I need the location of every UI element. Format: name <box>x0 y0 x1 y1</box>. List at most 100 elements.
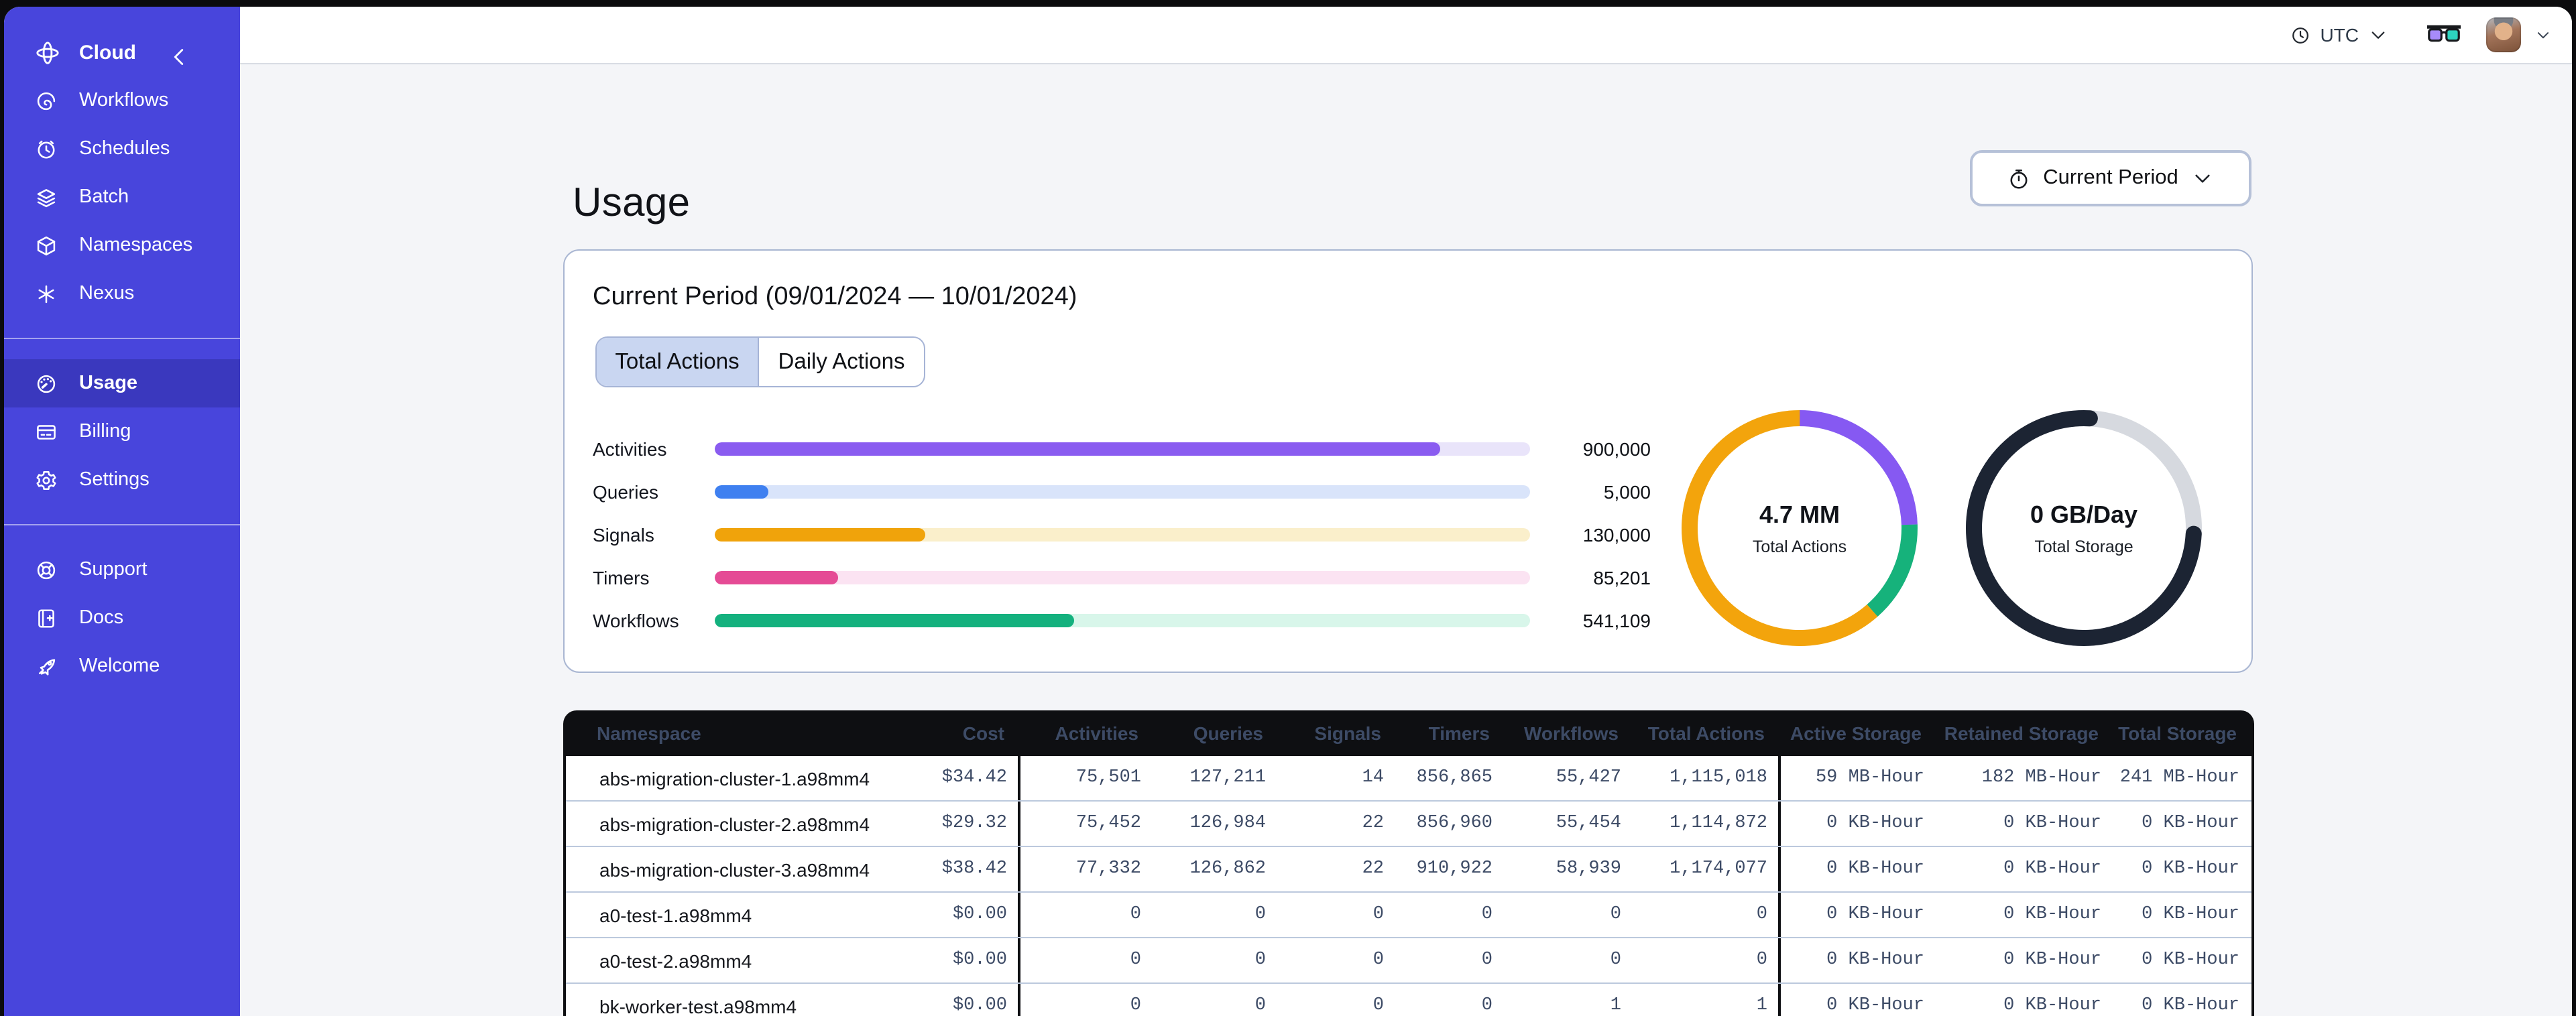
sidebar: Cloud Workflows Schedules Batch Namespaces Ne… <box>4 7 240 1016</box>
cell-timers: 0 <box>1481 905 1492 925</box>
namespace-cell: bk-worker-test.a98mm4 <box>566 995 888 1016</box>
sidebar-item-billing[interactable]: Billing <box>4 407 240 456</box>
sidebar-item-usage[interactable]: Usage <box>4 359 240 407</box>
timezone-dropdown[interactable]: UTC <box>2290 24 2388 46</box>
tab-daily-actions[interactable]: Daily Actions <box>758 338 924 386</box>
schedules-icon <box>35 137 58 160</box>
cell-queries: 126,984 <box>1189 814 1266 834</box>
total-storage-value: 0 GB/Day <box>2030 501 2138 528</box>
cell-queries: 0 <box>1254 905 1266 925</box>
bar-value: 130,000 <box>1582 524 1651 546</box>
app-window: Cloud Workflows Schedules Batch Namespaces Ne… <box>4 7 2572 1016</box>
table-row: a0-test-2.a98mm4 $0.00 0 0 0 0 0 0 0 KB-Hour 0 KB… <box>566 938 2251 984</box>
namespace-cell: abs-migration-cluster-3.a98mm4 <box>566 859 888 880</box>
sidebar-item-label: Workflows <box>79 90 169 111</box>
bar-fill <box>715 614 1074 627</box>
sidebar-item-cloud[interactable]: Cloud <box>4 28 240 76</box>
namespace-link[interactable]: abs-migration-cluster-1.a98mm4 <box>599 767 870 789</box>
cell-workflows: 58,939 <box>1556 859 1621 879</box>
docs-icon <box>35 607 58 629</box>
bar-track <box>715 528 1530 542</box>
sidebar-item-schedules[interactable]: Schedules <box>4 125 240 173</box>
billing-icon <box>35 420 58 443</box>
cell-queries: 0 <box>1254 996 1266 1016</box>
sidebar-item-welcome[interactable]: Welcome <box>4 642 240 690</box>
namespace-cell: abs-migration-cluster-2.a98mm4 <box>566 813 888 834</box>
sidebar-item-namespaces[interactable]: Namespaces <box>4 221 240 269</box>
bar-value: 85,201 <box>1593 567 1651 588</box>
bar-label: Queries <box>593 481 659 503</box>
cell-cost: $29.32 <box>941 814 1007 834</box>
sidebar-item-settings[interactable]: Settings <box>4 456 240 504</box>
welcome-icon <box>35 655 58 678</box>
namespace-link[interactable]: abs-migration-cluster-2.a98mm4 <box>599 813 870 834</box>
cell-total-actions: 1,114,872 <box>1670 814 1767 834</box>
cell-timers: 856,865 <box>1416 768 1492 788</box>
cell-queries: 127,211 <box>1189 768 1266 788</box>
usage-icon <box>35 372 58 395</box>
namespace-link[interactable]: bk-worker-test.a98mm4 <box>599 995 797 1016</box>
namespace-usage-table: Namespace Cost Activities Queries Signals Tim… <box>563 710 2254 1016</box>
column-header-workflows: Workflows <box>1523 722 1619 744</box>
cell-active-storage: 0 KB-Hour <box>1778 938 1935 982</box>
bar-value: 900,000 <box>1582 438 1651 460</box>
workflows-icon <box>35 89 58 112</box>
column-header-cost: Cost <box>962 722 1004 744</box>
cell-active-storage: 0 KB-Hour <box>1778 984 1935 1016</box>
tab-total-actions[interactable]: Total Actions <box>597 338 758 386</box>
sidebar-item-nexus[interactable]: Nexus <box>4 269 240 318</box>
sidebar-item-support[interactable]: Support <box>4 546 240 594</box>
cell-active-storage: 59 MB-Hour <box>1778 756 1935 800</box>
namespace-link[interactable]: abs-migration-cluster-3.a98mm4 <box>599 859 870 880</box>
stopwatch-icon <box>2007 167 2030 190</box>
bar-label: Timers <box>593 567 650 588</box>
cell-total-storage: 0 KB-Hour <box>2142 996 2239 1016</box>
usage-bar-signals: Signals 130,000 <box>593 513 1651 556</box>
cell-total-actions: 0 <box>1756 950 1767 970</box>
bar-value: 541,109 <box>1582 610 1651 631</box>
sidebar-item-label: Usage <box>79 373 138 394</box>
chevron-down-icon <box>2192 167 2215 190</box>
nerd-glasses-icon[interactable] <box>2426 23 2462 46</box>
sidebar-item-batch[interactable]: Batch <box>4 173 240 221</box>
cell-workflows: 55,454 <box>1556 814 1621 834</box>
cell-signals: 0 <box>1372 950 1384 970</box>
namespace-link[interactable]: a0-test-2.a98mm4 <box>599 950 752 971</box>
bar-track <box>715 442 1530 456</box>
bar-fill <box>715 571 838 584</box>
cell-activities: 75,501 <box>1018 756 1152 800</box>
collapse-sidebar-icon[interactable] <box>166 44 192 69</box>
card-title: Current Period (09/01/2024 — 10/01/2024) <box>593 283 1077 311</box>
page-title: Usage <box>573 181 691 225</box>
sidebar-item-docs[interactable]: Docs <box>4 594 240 642</box>
namespace-link[interactable]: a0-test-1.a98mm4 <box>599 904 752 926</box>
period-filter-label: Current Period <box>2043 166 2178 189</box>
column-header-queries: Queries <box>1193 722 1263 744</box>
total-actions-value: 4.7 MM <box>1759 501 1840 528</box>
cell-total-actions: 1,115,018 <box>1670 768 1767 788</box>
sidebar-item-workflows[interactable]: Workflows <box>4 76 240 125</box>
column-header-activities: Activities <box>1055 722 1139 744</box>
column-header-total-actions: Total Actions <box>1647 722 1765 744</box>
cell-timers: 0 <box>1481 950 1492 970</box>
cell-retained-storage: 182 MB-Hour <box>1981 768 2101 788</box>
cell-total-actions: 1 <box>1756 996 1767 1016</box>
support-icon <box>35 558 58 581</box>
cell-activities: 0 <box>1018 938 1152 982</box>
namespace-cell: a0-test-1.a98mm4 <box>566 904 888 926</box>
sidebar-item-label: Support <box>79 559 148 580</box>
sidebar-item-label: Schedules <box>79 138 170 160</box>
usage-bar-queries: Queries 5,000 <box>593 470 1651 513</box>
cell-retained-storage: 0 KB-Hour <box>2003 950 2101 970</box>
column-header-timers: Timers <box>1428 722 1490 744</box>
cell-total-storage: 0 KB-Hour <box>2142 905 2239 925</box>
cell-activities: 77,332 <box>1018 847 1152 891</box>
cell-workflows: 55,427 <box>1556 768 1621 788</box>
period-filter-button[interactable]: Current Period <box>1970 150 2251 206</box>
temporal-logo-icon <box>35 40 60 65</box>
avatar[interactable] <box>2486 17 2521 52</box>
cell-active-storage: 0 KB-Hour <box>1778 847 1935 891</box>
actions-tabs: Total Actions Daily Actions <box>595 336 925 387</box>
topbar-right-cluster: UTC <box>2290 7 2552 63</box>
user-menu-chevron-icon[interactable] <box>2534 26 2552 44</box>
